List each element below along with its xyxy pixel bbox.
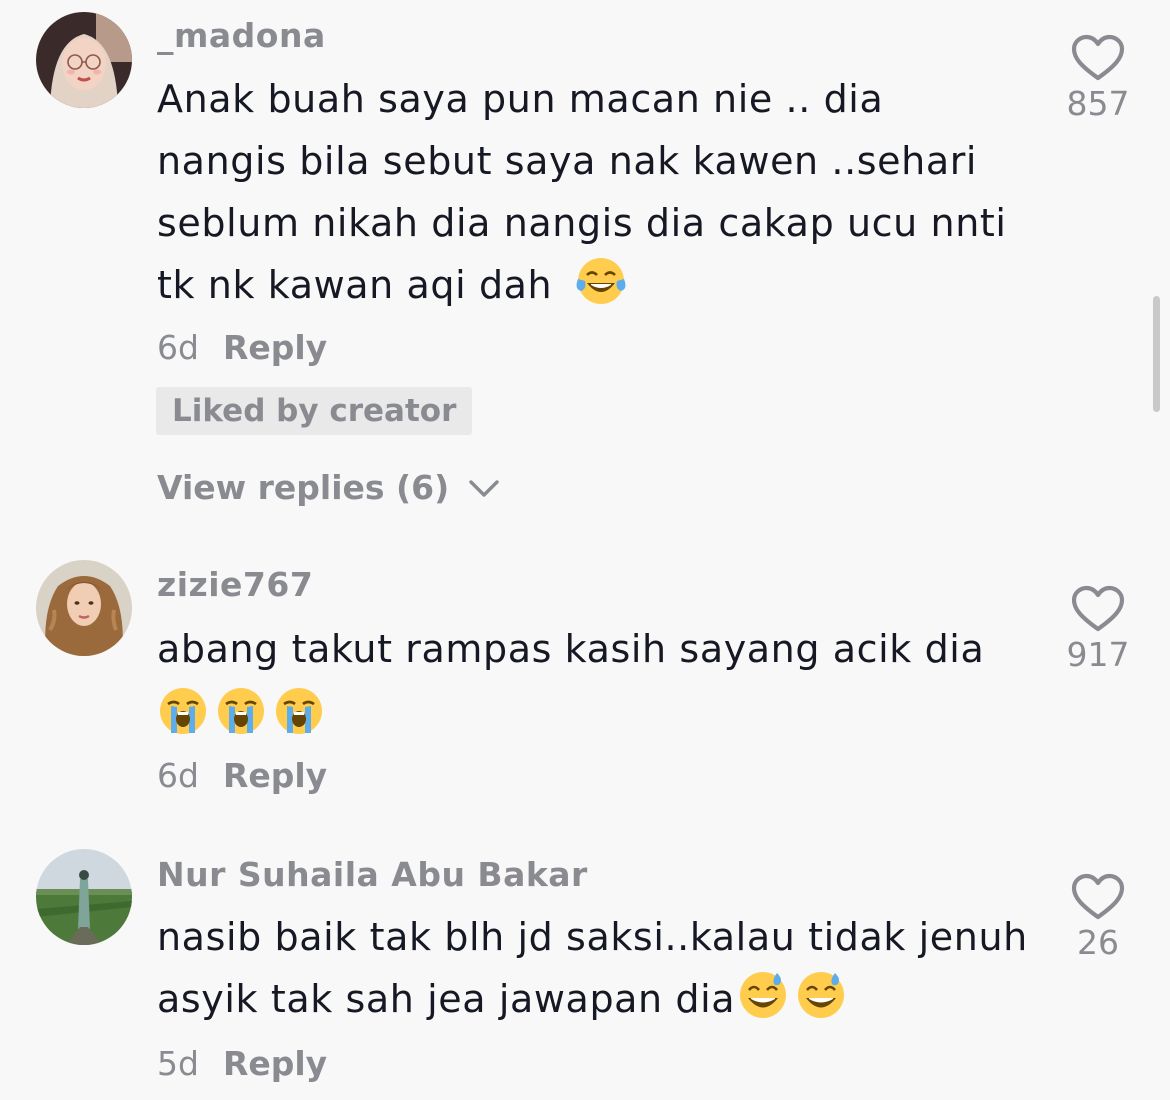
comment-text-line-last: asyik tak sah jea jawapan dia [157, 968, 1037, 1030]
comment-text: abang takut rampas kasih sayang acik dia [157, 618, 1037, 746]
comment-meta: 6d Reply [157, 756, 327, 795]
comment-date: 5d [157, 1044, 199, 1083]
heart-outline-icon [1071, 34, 1125, 81]
like-button[interactable]: 917 [1050, 585, 1146, 674]
comment-emoji-line [157, 680, 1037, 746]
comment-text-line: Anak buah saya pun macan nie .. dia [157, 77, 884, 121]
avatar[interactable] [36, 12, 132, 108]
like-count: 857 [1066, 84, 1130, 123]
like-button[interactable]: 26 [1050, 873, 1146, 962]
chevron-down-icon [467, 470, 501, 509]
reply-button[interactable]: Reply [223, 1044, 327, 1083]
comment-username[interactable]: _madona [157, 16, 326, 55]
grinning-sweat-emoji [795, 969, 847, 1021]
scrollbar[interactable] [1153, 296, 1160, 412]
like-button[interactable]: 857 [1050, 34, 1146, 123]
comment-username[interactable]: zizie767 [157, 565, 313, 604]
loudly-crying-emoji [215, 685, 267, 737]
comment-text: nasib baik tak blh jd saksi..kalau tidak… [157, 906, 1037, 1030]
loudly-crying-emoji [273, 685, 325, 737]
liked-by-creator-badge: Liked by creator [156, 387, 473, 435]
avatar[interactable] [36, 849, 132, 945]
loudly-crying-emoji [157, 685, 209, 737]
comment-text-line: tk nk kawan aqi dah [157, 263, 553, 307]
comment-text: Anak buah saya pun macan nie .. dia nang… [157, 68, 1037, 316]
avatar[interactable] [36, 560, 132, 656]
comment-date: 6d [157, 756, 199, 795]
view-replies-label: View replies (6) [157, 468, 450, 507]
grinning-sweat-emoji [737, 969, 789, 1021]
heart-outline-icon [1071, 873, 1125, 920]
comment-text-line: nangis bila sebut saya nak kawen ..sehar… [157, 139, 978, 183]
reply-button[interactable]: Reply [223, 756, 327, 795]
comment-text-line: abang takut rampas kasih sayang acik dia [157, 627, 985, 671]
comment-meta: 6d Reply [157, 328, 327, 367]
like-count: 26 [1077, 923, 1119, 962]
reply-button[interactable]: Reply [223, 328, 327, 367]
comment-username[interactable]: Nur Suhaila Abu Bakar [157, 855, 588, 894]
comment-text-line: seblum nikah dia nangis dia cakap ucu nn… [157, 201, 1007, 245]
comment-text-line: asyik tak sah jea jawapan dia [157, 977, 736, 1021]
view-replies-button[interactable]: View replies (6) [157, 468, 501, 509]
like-count: 917 [1066, 635, 1130, 674]
heart-outline-icon [1071, 585, 1125, 632]
comment-meta: 5d Reply [157, 1044, 327, 1083]
comment-text-line-last: tk nk kawan aqi dah [157, 254, 1037, 316]
comment-text-line: nasib baik tak blh jd saksi..kalau tidak… [157, 915, 1028, 959]
tears-of-joy-emoji [575, 255, 627, 307]
comment-date: 6d [157, 328, 199, 367]
